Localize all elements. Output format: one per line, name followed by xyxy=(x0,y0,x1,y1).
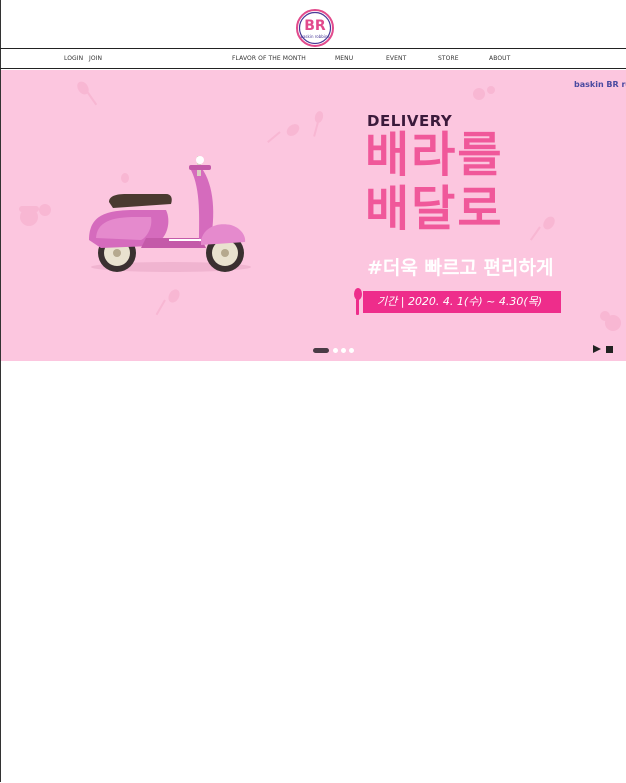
brand-mini-logo: baskin BR ro xyxy=(574,80,626,89)
spoon-icon xyxy=(168,289,180,303)
event-period-badge: 기간 | 2020. 4. 1(수) ~ 4.30(목) xyxy=(363,291,561,313)
brand-logo[interactable]: BR baskin robbins xyxy=(296,9,334,47)
logo-caption: baskin robbins xyxy=(300,34,329,39)
spoon-icon xyxy=(286,124,300,136)
headline-line-1: 배라를 xyxy=(365,127,504,183)
nav-event[interactable]: EVENT xyxy=(386,55,406,62)
banner-decoration xyxy=(19,81,621,331)
slide-dot-3[interactable] xyxy=(341,348,346,353)
banner-subline: #더욱 빠르고 편리하게 xyxy=(367,257,554,279)
main-nav: LOGIN JOIN FLAVOR OF THE MONTH MENU EVEN… xyxy=(0,48,626,69)
slide-dot-1[interactable] xyxy=(313,348,329,353)
headline-line-2: 배달로 xyxy=(365,181,504,237)
hero-banner[interactable]: baskin BR ro DELIVERY 배라를 배달로 #더욱 빠르고 편리… xyxy=(1,70,626,361)
nav-store[interactable]: STORE xyxy=(438,55,459,62)
logo-text: BR xyxy=(304,18,326,34)
nav-menu[interactable]: MENU xyxy=(335,55,353,62)
slide-dot-4[interactable] xyxy=(349,348,354,353)
banner-headline: 배라를 배달로 xyxy=(365,128,503,236)
scooter-illustration xyxy=(89,156,251,272)
slide-dot-2[interactable] xyxy=(333,348,338,353)
nav-about[interactable]: ABOUT xyxy=(489,55,510,62)
nav-join[interactable]: JOIN xyxy=(89,55,102,62)
nav-login[interactable]: LOGIN xyxy=(64,55,83,62)
nav-flavor-of-the-month[interactable]: FLAVOR OF THE MONTH xyxy=(232,55,306,62)
baskin-robbins-logo-icon: BR baskin robbins xyxy=(296,9,334,47)
play-icon[interactable] xyxy=(593,345,601,353)
stop-icon[interactable] xyxy=(606,346,613,353)
